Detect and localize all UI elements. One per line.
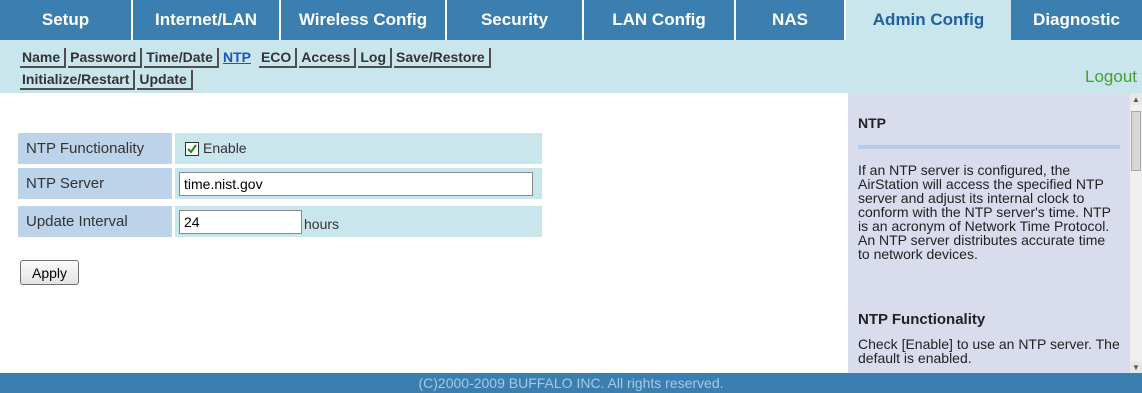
help-title: NTP	[858, 115, 886, 131]
top-nav: Setup Internet/LAN Wireless Config Secur…	[0, 0, 1142, 40]
subtab-password[interactable]: Password	[68, 48, 143, 68]
update-interval-input[interactable]	[179, 210, 302, 234]
update-interval-row: Update Interval hours	[18, 206, 542, 237]
subtab-update[interactable]: Update	[137, 70, 193, 90]
apply-button[interactable]: Apply	[20, 260, 79, 285]
checkmark-icon	[187, 144, 197, 154]
subtab-time-date[interactable]: Time/Date	[144, 48, 219, 68]
subtab-ntp[interactable]: NTP	[220, 48, 257, 68]
tab-lan-config[interactable]: LAN Config	[584, 0, 736, 40]
tab-internet-lan[interactable]: Internet/LAN	[133, 0, 281, 40]
help-divider	[858, 145, 1120, 149]
logout-link[interactable]: Logout	[1085, 67, 1137, 87]
help-subtitle: NTP Functionality	[858, 311, 986, 328]
help-text-2: Check [Enable] to use an NTP server. The…	[858, 336, 1120, 366]
help-scrollbar[interactable]: ▲ ▼	[1130, 93, 1142, 373]
help-panel: NTP If an NTP server is configured, the …	[848, 93, 1130, 373]
update-interval-value: hours	[175, 206, 542, 237]
subtab-initialize-restart[interactable]: Initialize/Restart	[20, 70, 136, 90]
tab-setup[interactable]: Setup	[0, 0, 133, 40]
ntp-functionality-label: NTP Functionality	[18, 133, 172, 164]
help-text: If an NTP server is configured, the AirS…	[858, 162, 1111, 262]
ntp-server-input[interactable]	[179, 172, 533, 196]
ntp-functionality-value: Enable	[175, 133, 542, 164]
enable-checkbox-label[interactable]: Enable	[203, 140, 247, 156]
scroll-down-icon[interactable]: ▼	[1130, 361, 1142, 373]
ntp-server-row: NTP Server	[18, 168, 542, 199]
sub-nav-row-1: Name Password Time/Date NTP ECO Access L…	[20, 48, 493, 68]
update-interval-label: Update Interval	[18, 206, 172, 237]
tab-wireless-config[interactable]: Wireless Config	[281, 0, 447, 40]
tab-diagnostic[interactable]: Diagnostic	[1011, 0, 1142, 40]
update-interval-unit: hours	[304, 216, 340, 232]
tab-nas[interactable]: NAS	[736, 0, 846, 40]
ntp-functionality-row: NTP Functionality Enable	[18, 133, 542, 164]
subtab-access[interactable]: Access	[299, 48, 357, 68]
footer-copyright: (C)2000-2009 BUFFALO INC. All rights res…	[0, 373, 1142, 393]
subtab-eco[interactable]: ECO	[258, 48, 298, 68]
subtab-log[interactable]: Log	[358, 48, 392, 68]
tab-admin-config[interactable]: Admin Config	[846, 0, 1011, 40]
scroll-up-icon[interactable]: ▲	[1130, 93, 1142, 105]
tab-security[interactable]: Security	[447, 0, 584, 40]
enable-checkbox[interactable]	[185, 142, 199, 156]
scroll-thumb[interactable]	[1131, 111, 1141, 171]
sub-nav-row-2: Initialize/Restart Update	[20, 70, 195, 90]
subtab-name[interactable]: Name	[20, 48, 67, 68]
sub-nav: Name Password Time/Date NTP ECO Access L…	[0, 40, 1142, 93]
ntp-server-label: NTP Server	[18, 168, 172, 199]
ntp-server-value	[175, 168, 542, 199]
subtab-save-restore[interactable]: Save/Restore	[394, 48, 491, 68]
